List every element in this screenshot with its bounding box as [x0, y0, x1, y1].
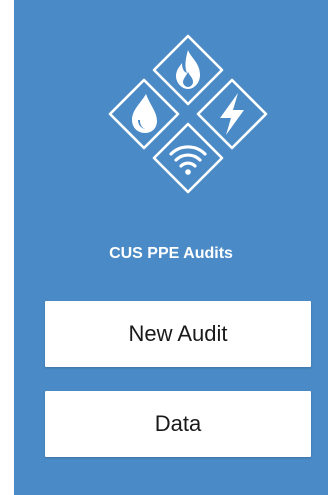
app-screen: CUS PPE Audits New Audit Data — [14, 0, 328, 495]
new-audit-button[interactable]: New Audit — [45, 301, 311, 367]
app-title: CUS PPE Audits — [109, 245, 233, 262]
wifi-icon — [152, 122, 224, 194]
water-drop-icon — [108, 78, 180, 150]
app-logo — [108, 34, 268, 194]
data-button[interactable]: Data — [45, 391, 311, 457]
fire-icon — [152, 34, 224, 106]
lightning-icon — [196, 78, 268, 150]
